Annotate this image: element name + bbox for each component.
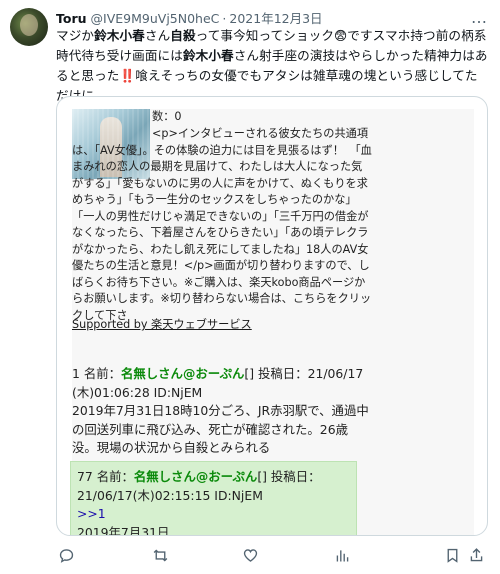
description-body: <p>インタビューされる彼女たちの共通項は、「AV女優」。その体験の迫力には目を…: [72, 127, 372, 322]
reply-icon[interactable]: [56, 547, 76, 567]
attached-image-card[interactable]: 数：0 <p>インタビューされる彼女たちの共通項は、「AV女優」。その体験の迫力に…: [56, 96, 488, 536]
tweet-text-bold: 自殺: [170, 28, 196, 43]
tweet-actions-bar: [56, 547, 486, 569]
retweet-icon[interactable]: [150, 547, 170, 567]
post-number: 77 名前：: [77, 469, 134, 484]
like-icon[interactable]: [240, 547, 260, 567]
tweet-text-bold: 鈴木小春: [182, 48, 234, 63]
reply-anchor-link[interactable]: >>1: [77, 506, 106, 521]
post-author-name: 名無しさん@おーぷん: [133, 469, 258, 484]
more-options-icon[interactable]: …: [471, 8, 488, 27]
post-1: 1 名前：名無しさん@おーぷん[] 投稿日：21/06/17(木)01:06:2…: [72, 365, 372, 458]
post-number: 1 名前：: [72, 366, 121, 381]
supported-by-link[interactable]: Supported by 楽天ウェブサービス: [72, 316, 252, 332]
post-body: 2019年7月31日18時10分ごろ、JR赤羽駅で、通過中の回送列車に飛び込み、…: [72, 403, 369, 455]
tweet-text: マジか鈴木小春さん自殺って事今知ってショック😨ですスマホ持つ前の柄系時代待ち受け…: [56, 26, 488, 106]
separator-dot: ·: [222, 11, 227, 26]
tweet-text-bold: 鈴木小春: [94, 28, 145, 43]
post-body: 2019年7月31日: [77, 524, 170, 536]
display-name[interactable]: Toru: [56, 11, 87, 26]
tweet-text-segment: マジか: [56, 28, 95, 43]
tweet-date[interactable]: 2021年12月3日: [229, 11, 322, 26]
tweet-text-segment: さん: [144, 28, 171, 43]
post-77-reply: 77 名前：名無しさん@おーぷん[] 投稿日：21/06/17(木)02:15:…: [70, 461, 357, 536]
bookmark-icon[interactable]: [442, 547, 462, 567]
book-description: 数：0 <p>インタビューされる彼女たちの共通項は、「AV女優」。その体験の迫力に…: [72, 109, 372, 324]
avatar[interactable]: [10, 8, 48, 46]
screenshot-image: 数：0 <p>インタビューされる彼女たちの共通項は、「AV女優」。その体験の迫力に…: [70, 109, 474, 536]
user-handle[interactable]: @IVE9M9uVj5N0heC: [91, 11, 220, 26]
share-icon[interactable]: [466, 547, 486, 567]
views-icon[interactable]: [332, 547, 352, 567]
post-author-name: 名無しさん@おーぷん: [121, 366, 245, 381]
double-exclamation-emoji: ‼️: [119, 68, 136, 83]
